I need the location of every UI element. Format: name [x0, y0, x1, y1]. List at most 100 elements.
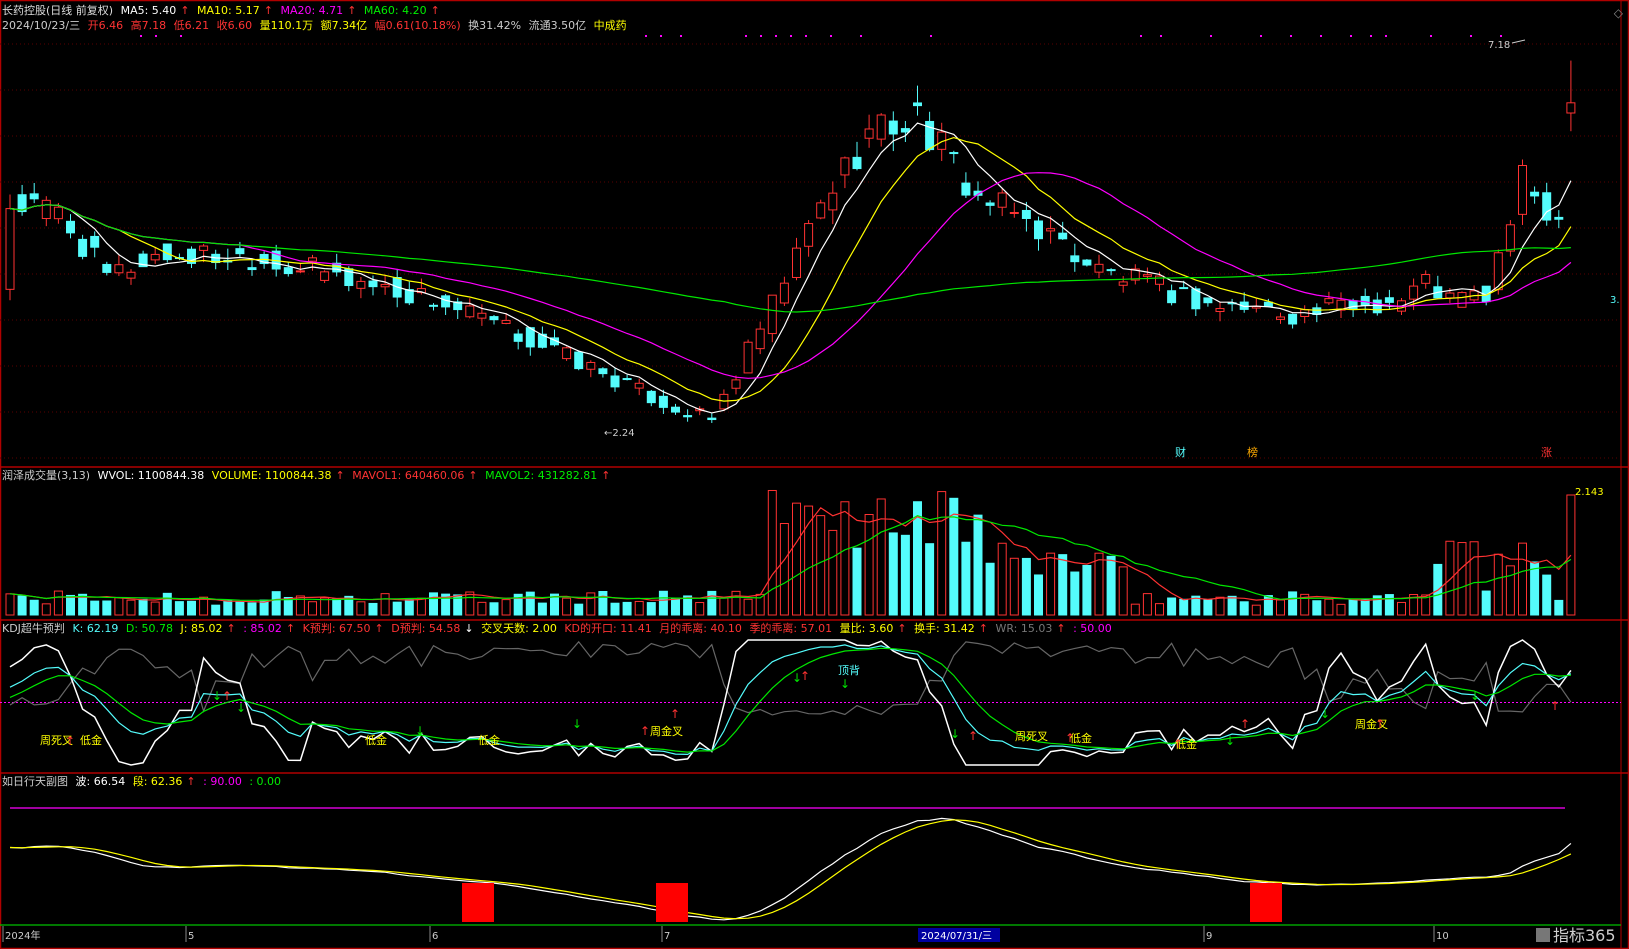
signal-dot	[1320, 35, 1322, 37]
volume-bar	[1384, 594, 1394, 616]
volume-bar	[102, 600, 112, 616]
candle-body	[767, 294, 777, 335]
volume-bar	[1360, 598, 1370, 616]
kdj-d-predict: D预判: 54.58	[391, 622, 461, 635]
candle-body	[356, 280, 366, 289]
volume-bar	[1457, 542, 1467, 616]
kdj-indicator-name[interactable]: KDJ超牛预判	[2, 622, 65, 635]
volume-bar	[1251, 604, 1261, 616]
volume-bar	[1542, 574, 1552, 616]
candle-body	[5, 208, 15, 290]
kdj-up-arrow: ↑	[640, 724, 650, 738]
mavol1-line	[9, 506, 1572, 603]
volume-bar	[646, 602, 656, 616]
volume-bar	[1203, 599, 1213, 616]
kdj-down-arrow: ↓	[212, 689, 222, 703]
kdj-month-dev: 月的乖离: 40.10	[659, 622, 742, 635]
volume-bar	[1481, 590, 1491, 616]
quote-row: 2024/10/23/三 开6.46 高7.18 低6.21 收6.60 量11…	[2, 19, 631, 33]
candle-body	[465, 305, 475, 318]
candle-body	[1276, 316, 1285, 320]
mavol2-value: MAVOL2: 431282.81	[485, 469, 598, 482]
volume-bar	[380, 593, 390, 616]
expand-icon[interactable]: ◇	[1614, 6, 1623, 20]
axis-label: 7	[664, 931, 670, 942]
volume-bar	[925, 543, 935, 616]
candle-body	[731, 379, 741, 389]
signal-dot	[180, 35, 182, 37]
volume-bar	[126, 599, 136, 616]
rx-indicator-name[interactable]: 如日行天副图	[2, 775, 68, 788]
volume-bar	[719, 597, 729, 616]
candle-body	[864, 128, 874, 139]
ma20-line	[9, 172, 1572, 379]
signal-dot	[1385, 35, 1387, 37]
candle-body	[1530, 191, 1540, 197]
wvol-value: WVOL: 1100844.38	[97, 469, 205, 482]
candle-body	[610, 375, 620, 388]
volume-bar	[1493, 553, 1503, 616]
axis-label: 6	[432, 931, 438, 942]
volume-bar	[429, 592, 438, 616]
quote-volume: 量110.1万	[259, 19, 314, 32]
volume-bar	[937, 491, 947, 616]
volume-bar	[1288, 591, 1298, 616]
volume-bar	[392, 601, 402, 616]
candle-body	[598, 368, 608, 375]
volume-bar	[804, 505, 814, 616]
candle-body	[1518, 165, 1527, 215]
ma10-legend: MA10: 5.17	[197, 4, 260, 17]
candle-body	[961, 182, 971, 196]
quote-sector[interactable]: 中成药	[594, 19, 627, 32]
volume-bar	[537, 602, 547, 616]
kdj-down-arrow: ↓	[1320, 707, 1330, 721]
stock-title[interactable]: 长药控股(日线 前复权)	[2, 4, 113, 17]
signal-dot	[1140, 35, 1142, 37]
candle-body	[1094, 263, 1104, 273]
event-marker[interactable]: 财	[1175, 445, 1186, 459]
volume-bar	[1324, 598, 1334, 616]
volume-bar	[1239, 601, 1249, 616]
volume-bar	[356, 601, 366, 616]
candle-body	[102, 263, 112, 273]
volume-bar	[5, 593, 15, 616]
candle-body	[1372, 299, 1382, 314]
volume-bar	[997, 542, 1007, 616]
kdj-signal-label: 顶背	[838, 663, 860, 677]
candle-body	[683, 415, 693, 418]
volume-bar	[1505, 565, 1515, 616]
volume-indicator-name[interactable]: 润泽成交量(3,13)	[2, 469, 90, 482]
candle-body	[1179, 287, 1189, 290]
candle-body	[380, 283, 390, 288]
volume-bar	[308, 601, 317, 616]
volume-bar	[1094, 552, 1104, 616]
volume-bar	[574, 603, 584, 616]
kdj-up-arrow: ↑	[222, 689, 232, 703]
rx-duan: 段: 62.36	[132, 775, 183, 788]
volume-bar	[489, 602, 499, 616]
rx-signal-block	[656, 883, 688, 922]
candle-body	[574, 351, 584, 370]
volume-bar	[876, 498, 886, 616]
candle-body	[1009, 211, 1019, 214]
volume-bar	[332, 598, 342, 616]
event-marker[interactable]: 涨	[1541, 446, 1552, 459]
event-marker[interactable]: 榜	[1247, 445, 1258, 459]
axis-label: 10	[1436, 931, 1449, 942]
candle-body	[1457, 292, 1467, 308]
kdj-signal-label: 低金	[80, 733, 102, 747]
volume-bar	[1227, 595, 1237, 616]
candle-body	[997, 192, 1007, 208]
volume-bar	[985, 562, 995, 616]
candle-body	[199, 245, 209, 251]
kdj-down-arrow: ↓	[572, 717, 582, 731]
rx-signal-block	[462, 883, 494, 922]
volume-bar	[816, 515, 826, 616]
signal-dot	[1430, 35, 1432, 37]
candle-body	[1118, 281, 1128, 286]
ma10-line	[9, 136, 1572, 402]
candle-body	[1046, 228, 1056, 232]
volume-bar	[187, 600, 196, 616]
volume-bar	[1130, 603, 1140, 616]
axis-price-label: 3.	[1610, 295, 1620, 306]
